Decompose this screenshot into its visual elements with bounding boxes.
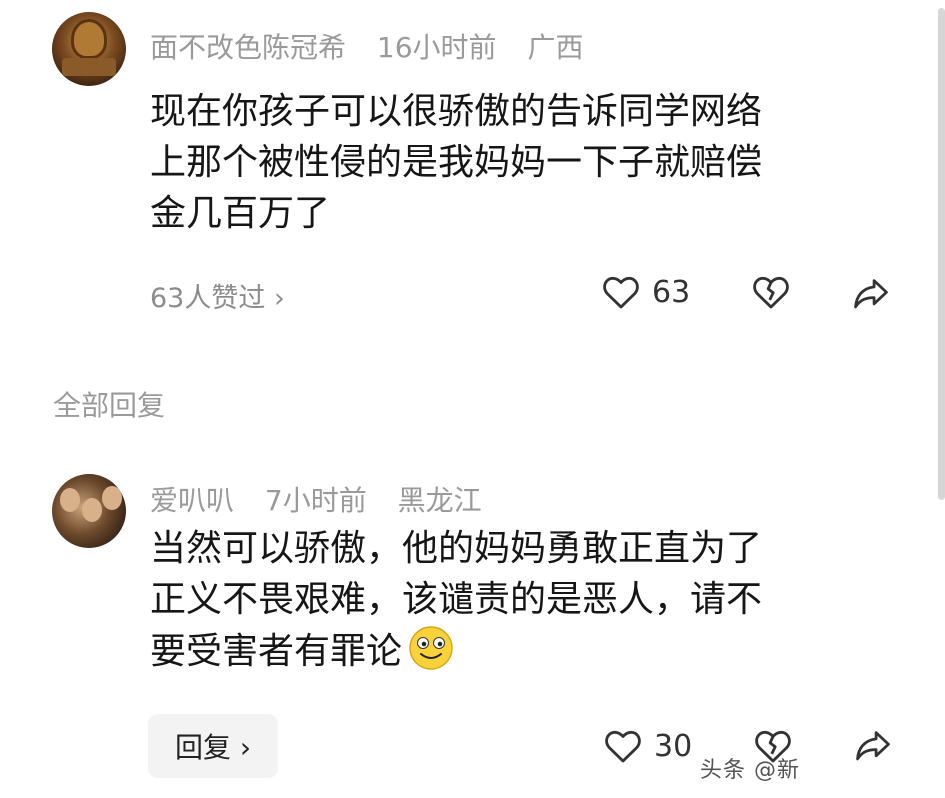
avatar-face bbox=[82, 498, 102, 522]
watermark: 头条 @新 bbox=[700, 758, 800, 783]
comment-meta: 面不改色陈冠希 16小时前 广西 bbox=[150, 26, 605, 66]
reply-like-button[interactable]: 30 bbox=[604, 728, 692, 764]
reply-share-button[interactable] bbox=[854, 728, 892, 762]
comment-text-line: 金几百万了 bbox=[150, 193, 331, 234]
comment-dislike-button[interactable] bbox=[752, 274, 790, 310]
avatar-base bbox=[62, 58, 116, 76]
avatar-face bbox=[60, 488, 80, 512]
comment-location: 广西 bbox=[527, 31, 584, 64]
comment-text-line: 现在你孩子可以很骄傲的告诉同学网络 bbox=[150, 91, 763, 132]
likes-summary-link[interactable]: 63人赞过 › bbox=[150, 276, 285, 315]
reply-location: 黑龙江 bbox=[397, 484, 482, 517]
comment-share-button[interactable] bbox=[852, 276, 890, 310]
comment-like-count: 63 bbox=[652, 274, 691, 310]
share-icon bbox=[854, 279, 888, 309]
heart-icon bbox=[605, 730, 641, 763]
comment-username[interactable]: 面不改色陈冠希 bbox=[150, 31, 346, 64]
comment-text: 现在你孩子可以很骄傲的告诉同学网络 上那个被性侵的是我妈妈一下子就赔偿 金几百万… bbox=[150, 86, 762, 239]
reply-text-line: 正义不畏艰难，该谴责的是恶人，请不 bbox=[150, 579, 763, 620]
reply-text-line: 要受害者有罪论 bbox=[150, 625, 762, 677]
broken-heart-icon bbox=[753, 276, 789, 309]
heart-icon bbox=[603, 276, 639, 309]
reply-button[interactable]: 回复 › bbox=[148, 714, 278, 778]
scrollbar[interactable] bbox=[938, 8, 945, 500]
comment-like-button[interactable]: 63 bbox=[602, 274, 690, 310]
avatar-figure bbox=[74, 22, 104, 56]
reply-like-count: 30 bbox=[654, 728, 693, 764]
commenter-avatar[interactable] bbox=[52, 12, 126, 86]
avatar-face bbox=[102, 486, 122, 510]
reply-text: 当然可以骄傲，他的妈妈勇敢正直为了 正义不畏艰难，该谴责的是恶人，请不 要受害者… bbox=[150, 523, 762, 677]
replier-avatar[interactable] bbox=[52, 474, 126, 548]
all-replies-label: 全部回复 bbox=[53, 389, 166, 422]
comment-time: 16小时前 bbox=[376, 31, 497, 64]
smile-emoji-icon bbox=[409, 626, 453, 670]
reply-text-line: 当然可以骄傲，他的妈妈勇敢正直为了 bbox=[150, 528, 763, 569]
share-icon bbox=[856, 731, 890, 761]
comment-text-line: 上那个被性侵的是我妈妈一下子就赔偿 bbox=[150, 142, 763, 183]
reply-text-line-content: 要受害者有罪论 bbox=[150, 631, 403, 672]
reply-username[interactable]: 爱叭叭 bbox=[150, 484, 234, 517]
reply-time: 7小时前 bbox=[264, 484, 367, 517]
reply-meta: 爱叭叭 7小时前 黑龙江 bbox=[150, 479, 504, 519]
